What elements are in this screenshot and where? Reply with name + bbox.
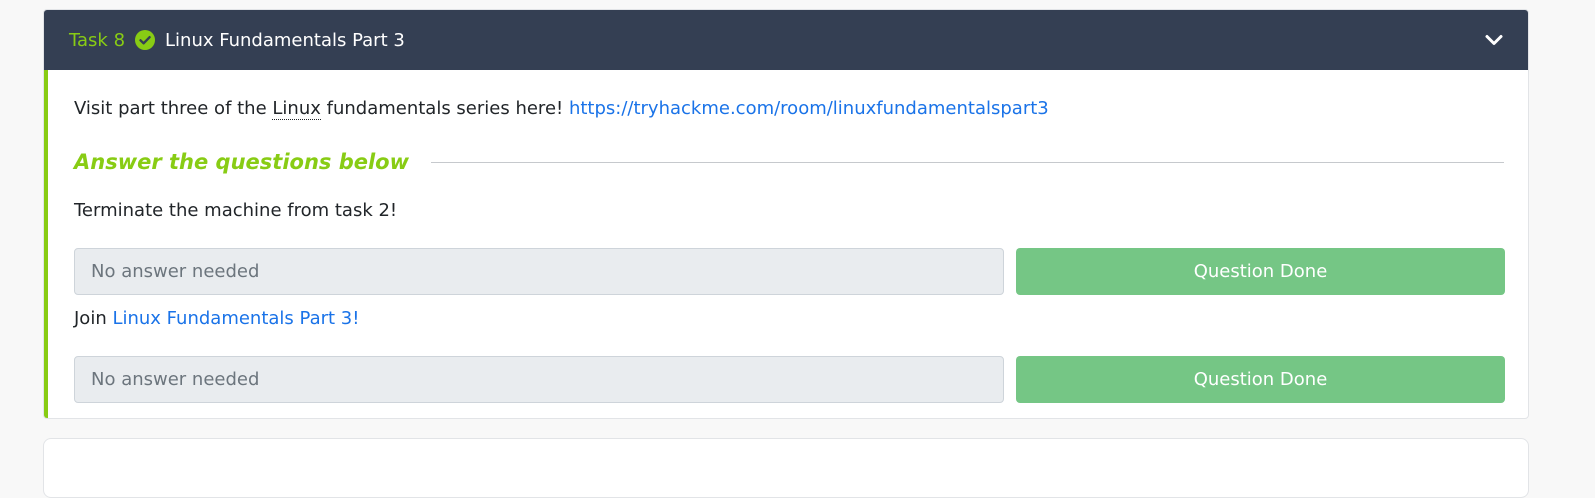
task-card: Task 8 Linux Fundamentals Part 3 Visit p… (43, 9, 1529, 419)
task-title: Linux Fundamentals Part 3 (165, 29, 405, 51)
question-1-answer-input[interactable] (74, 248, 1004, 295)
intro-prefix: Visit part three of the (74, 98, 273, 119)
question-2-prefix: Join (74, 308, 113, 329)
answer-heading-row: Answer the questions below (74, 148, 1504, 176)
linux-abbreviation: Linux (272, 98, 321, 120)
answer-heading: Answer the questions below (74, 150, 410, 174)
task-number: Task 8 (69, 29, 126, 51)
intro-middle: fundamentals series here! (320, 98, 569, 119)
next-task-card[interactable] (43, 438, 1529, 498)
heading-divider (431, 161, 1504, 163)
question-1-text: Terminate the machine from task 2! (74, 200, 398, 221)
question-2-link[interactable]: Linux Fundamentals Part 3! (112, 308, 359, 329)
chevron-down-icon[interactable] (1484, 30, 1504, 50)
task-body: Visit part three of the Linux fundamenta… (44, 70, 1528, 418)
question-2-text: Join Linux Fundamentals Part 3! (74, 308, 359, 329)
room-link[interactable]: https://tryhackme.com/room/linuxfundamen… (569, 98, 1049, 119)
task-description: Visit part three of the Linux fundamenta… (74, 98, 1049, 120)
task-header[interactable]: Task 8 Linux Fundamentals Part 3 (44, 10, 1528, 70)
question-2-answer-input[interactable] (74, 356, 1004, 403)
question-1-done-button[interactable]: Question Done (1016, 248, 1505, 295)
check-circle-icon (135, 30, 156, 50)
question-2-done-button[interactable]: Question Done (1016, 356, 1505, 403)
